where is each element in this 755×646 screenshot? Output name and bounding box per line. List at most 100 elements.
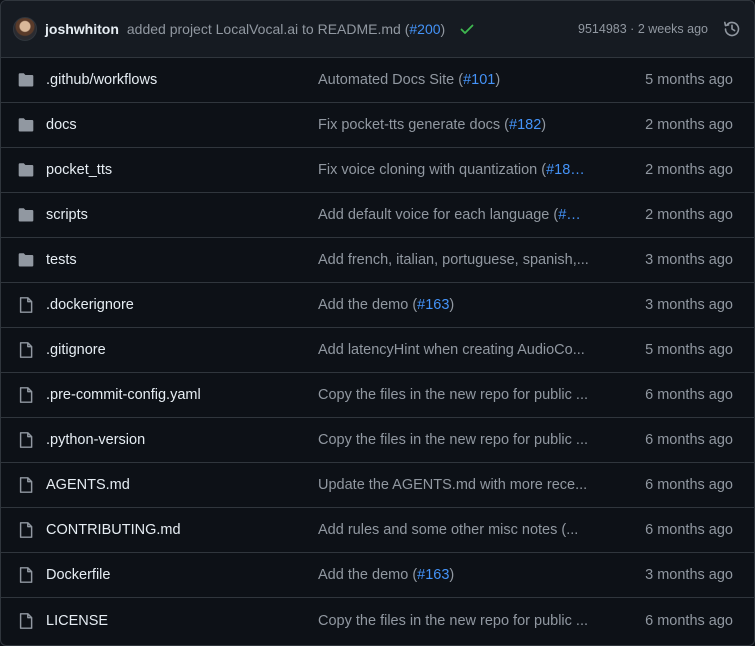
file-icon <box>17 431 35 449</box>
entry-name-link[interactable]: Dockerfile <box>46 567 110 583</box>
file-icon <box>17 612 35 630</box>
file-row[interactable]: AGENTS.md Update the AGENTS.md with more … <box>1 463 754 508</box>
entry-commit-text[interactable]: Add the demo ( <box>318 567 417 583</box>
entry-name-link[interactable]: .dockerignore <box>46 297 134 313</box>
folder-row[interactable]: docs Fix pocket-tts generate docs (#182) 2… <box>1 103 754 148</box>
entry-commit-time: 2 months ago <box>645 162 733 178</box>
folder-row[interactable]: tests Add french, italian, portuguese, sp… <box>1 238 754 283</box>
latest-commit-bar: joshwhiton added project LocalVocal.ai t… <box>1 1 754 58</box>
folder-icon <box>17 161 35 179</box>
entry-commit-text[interactable]: Copy the files in the new repo for publi… <box>318 613 588 629</box>
entry-commit-time: 6 months ago <box>645 612 733 629</box>
entry-commit-message[interactable]: Copy the files in the new repo for publi… <box>318 387 604 403</box>
entry-name-link[interactable]: .github/workflows <box>46 72 157 88</box>
check-icon[interactable] <box>459 21 475 37</box>
entry-commit-message[interactable]: Fix pocket-tts generate docs (#182) <box>318 117 604 133</box>
entry-commit-message[interactable]: Add french, italian, portuguese, spanish… <box>318 252 604 268</box>
entry-commit-time: 6 months ago <box>645 477 733 493</box>
file-icon <box>17 341 35 359</box>
entry-commit-suffix: ) <box>449 567 455 583</box>
entry-commit-text[interactable]: Add default voice for each language ( <box>318 207 558 223</box>
entry-name-link[interactable]: .python-version <box>46 432 145 448</box>
entry-commit-time: 3 months ago <box>645 252 733 268</box>
entry-name-link[interactable]: pocket_tts <box>46 162 112 178</box>
commit-message[interactable]: added project LocalVocal.ai to README.md… <box>127 21 445 37</box>
commit-meta-separator: · <box>626 22 638 36</box>
file-row[interactable]: .pre-commit-config.yaml Copy the files in… <box>1 373 754 418</box>
entry-name-link[interactable]: .pre-commit-config.yaml <box>46 387 201 403</box>
entry-commit-time: 2 months ago <box>645 117 733 133</box>
entry-commit-text[interactable]: Fix pocket-tts generate docs ( <box>318 117 509 133</box>
file-list: .github/workflows Automated Docs Site (#1… <box>1 58 754 643</box>
entry-commit-text[interactable]: Update the AGENTS.md with more rece... <box>318 477 587 493</box>
entry-commit-message[interactable]: Fix voice cloning with quantization (#18… <box>318 162 604 178</box>
folder-row[interactable]: .github/workflows Automated Docs Site (#1… <box>1 58 754 103</box>
entry-pr-link[interactable]: #… <box>558 207 581 223</box>
entry-commit-text[interactable]: Copy the files in the new repo for publi… <box>318 432 588 448</box>
author-avatar[interactable] <box>13 17 37 41</box>
entry-commit-message[interactable]: Add the demo (#163) <box>318 297 604 313</box>
entry-commit-text[interactable]: Automated Docs Site ( <box>318 72 463 88</box>
entry-name-link[interactable]: AGENTS.md <box>46 477 130 493</box>
file-icon <box>17 566 35 584</box>
entry-commit-suffix: ) <box>541 117 547 133</box>
entry-commit-message[interactable]: Add the demo (#163) <box>318 567 604 583</box>
folder-icon <box>17 71 35 89</box>
entry-commit-suffix: ) <box>495 72 501 88</box>
folder-icon <box>17 251 35 269</box>
entry-commit-text[interactable]: Add the demo ( <box>318 297 417 313</box>
entry-pr-link[interactable]: #163 <box>417 297 449 313</box>
entry-pr-link[interactable]: #18… <box>546 162 585 178</box>
folder-row[interactable]: pocket_tts Fix voice cloning with quantiz… <box>1 148 754 193</box>
entry-commit-text[interactable]: Add french, italian, portuguese, spanish… <box>318 252 589 268</box>
entry-commit-message[interactable]: Copy the files in the new repo for publi… <box>318 613 604 629</box>
entry-name-link[interactable]: CONTRIBUTING.md <box>46 522 181 538</box>
entry-name-link[interactable]: docs <box>46 117 77 133</box>
file-icon <box>17 476 35 494</box>
commit-message-suffix: ) <box>440 21 446 37</box>
entry-name-link[interactable]: .gitignore <box>46 342 106 358</box>
commit-meta: 9514983 · 2 weeks ago <box>578 22 708 36</box>
file-row[interactable]: LICENSE Copy the files in the new repo fo… <box>1 598 754 643</box>
file-row[interactable]: CONTRIBUTING.md Add rules and some other … <box>1 508 754 553</box>
folder-icon <box>17 206 35 224</box>
commit-sha[interactable]: 9514983 <box>578 22 627 36</box>
entry-commit-text[interactable]: Fix voice cloning with quantization ( <box>318 162 546 178</box>
file-browser: joshwhiton added project LocalVocal.ai t… <box>0 0 755 646</box>
entry-commit-message[interactable]: Automated Docs Site (#101) <box>318 72 604 88</box>
entry-pr-link[interactable]: #163 <box>417 567 449 583</box>
entry-commit-text[interactable]: Add latencyHint when creating AudioCo... <box>318 342 585 358</box>
file-icon <box>17 386 35 404</box>
folder-row[interactable]: scripts Add default voice for each langua… <box>1 193 754 238</box>
entry-commit-text[interactable]: Copy the files in the new repo for publi… <box>318 387 588 403</box>
entry-pr-link[interactable]: #101 <box>463 72 495 88</box>
entry-commit-suffix: ) <box>449 297 455 313</box>
entry-commit-message[interactable]: Add rules and some other misc notes (... <box>318 522 604 538</box>
entry-commit-time: 6 months ago <box>645 432 733 448</box>
file-row[interactable]: .dockerignore Add the demo (#163) 3 months… <box>1 283 754 328</box>
file-icon <box>17 296 35 314</box>
commit-author[interactable]: joshwhiton <box>45 21 119 37</box>
commit-message-text[interactable]: added project LocalVocal.ai to README.md… <box>127 21 409 37</box>
entry-name-link[interactable]: LICENSE <box>46 613 108 629</box>
commit-pr-link[interactable]: #200 <box>409 21 440 37</box>
entry-commit-message[interactable]: Add latencyHint when creating AudioCo... <box>318 342 604 358</box>
folder-icon <box>17 116 35 134</box>
entry-commit-time: 2 months ago <box>645 207 733 223</box>
entry-commit-time: 6 months ago <box>645 522 733 538</box>
entry-commit-time: 3 months ago <box>645 567 733 583</box>
entry-name-link[interactable]: scripts <box>46 207 88 223</box>
file-row[interactable]: .python-version Copy the files in the new… <box>1 418 754 463</box>
entry-commit-message[interactable]: Copy the files in the new repo for publi… <box>318 432 604 448</box>
history-icon[interactable] <box>722 19 742 39</box>
entry-name-link[interactable]: tests <box>46 252 77 268</box>
entry-commit-message[interactable]: Add default voice for each language (#… <box>318 207 604 223</box>
entry-commit-time: 3 months ago <box>645 297 733 313</box>
entry-commit-time: 5 months ago <box>645 72 733 88</box>
entry-commit-message[interactable]: Update the AGENTS.md with more rece... <box>318 477 604 493</box>
entry-commit-text[interactable]: Add rules and some other misc notes (... <box>318 522 578 538</box>
file-row[interactable]: .gitignore Add latencyHint when creating … <box>1 328 754 373</box>
entry-pr-link[interactable]: #182 <box>509 117 541 133</box>
entry-commit-time: 6 months ago <box>645 387 733 403</box>
file-row[interactable]: Dockerfile Add the demo (#163) 3 months ag… <box>1 553 754 598</box>
